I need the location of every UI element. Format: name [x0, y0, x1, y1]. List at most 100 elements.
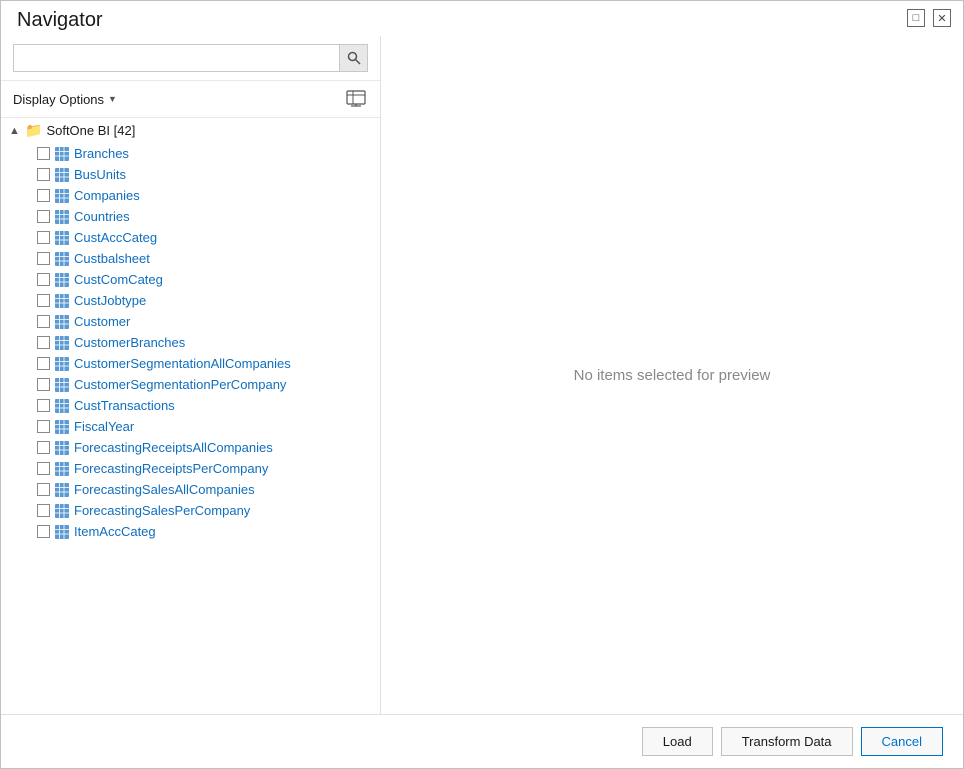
list-item[interactable]: CustComCateg	[1, 269, 380, 290]
item-label: ItemAccCateg	[74, 524, 156, 539]
display-options-arrow: ▼	[108, 94, 117, 104]
item-checkbox[interactable]	[37, 231, 50, 244]
item-checkbox[interactable]	[37, 273, 50, 286]
table-icon	[55, 252, 69, 266]
list-item[interactable]: BusUnits	[1, 164, 380, 185]
list-item[interactable]: CustJobtype	[1, 290, 380, 311]
item-checkbox[interactable]	[37, 315, 50, 328]
transform-data-button[interactable]: Transform Data	[721, 727, 853, 756]
item-checkbox[interactable]	[37, 210, 50, 223]
item-checkbox[interactable]	[37, 462, 50, 475]
table-icon	[55, 420, 69, 434]
item-label: Companies	[74, 188, 140, 203]
table-icon	[55, 462, 69, 476]
item-label: ForecastingReceiptsPerCompany	[74, 461, 268, 476]
collapse-arrow-icon: ▲	[9, 125, 21, 137]
window-controls: □ ✕	[907, 9, 951, 27]
table-icon	[55, 399, 69, 413]
table-icon	[55, 168, 69, 182]
item-label: ForecastingSalesAllCompanies	[74, 482, 255, 497]
table-icon	[55, 273, 69, 287]
folder-icon: 📁	[25, 122, 42, 139]
item-checkbox[interactable]	[37, 147, 50, 160]
item-label: CustTransactions	[74, 398, 175, 413]
no-preview-text: No items selected for preview	[574, 367, 771, 384]
item-checkbox[interactable]	[37, 189, 50, 202]
table-icon	[55, 483, 69, 497]
item-checkbox[interactable]	[37, 525, 50, 538]
list-item[interactable]: ForecastingReceiptsPerCompany	[1, 458, 380, 479]
search-button[interactable]	[340, 44, 368, 72]
item-label: Countries	[74, 209, 130, 224]
main-content: Display Options ▼ ▲	[1, 36, 963, 714]
item-checkbox[interactable]	[37, 399, 50, 412]
list-item[interactable]: Companies	[1, 185, 380, 206]
list-item[interactable]: CustomerBranches	[1, 332, 380, 353]
search-icon	[347, 51, 361, 65]
search-input[interactable]	[13, 44, 340, 72]
item-label: ForecastingSalesPerCompany	[74, 503, 250, 518]
item-label: BusUnits	[74, 167, 126, 182]
item-label: ForecastingReceiptsAllCompanies	[74, 440, 273, 455]
item-label: CustComCateg	[74, 272, 163, 287]
load-button[interactable]: Load	[642, 727, 713, 756]
item-label: Customer	[74, 314, 130, 329]
list-item[interactable]: Custbalsheet	[1, 248, 380, 269]
list-item[interactable]: Countries	[1, 206, 380, 227]
table-icon	[55, 441, 69, 455]
left-panel: Display Options ▼ ▲	[1, 36, 381, 714]
tree-container[interactable]: ▲ 📁 SoftOne BI [42] Branches	[1, 118, 380, 714]
item-label: CustomerBranches	[74, 335, 185, 350]
list-item[interactable]: CustAccCateg	[1, 227, 380, 248]
item-label: CustAccCateg	[74, 230, 157, 245]
table-icon	[55, 378, 69, 392]
cancel-button[interactable]: Cancel	[861, 727, 943, 756]
table-icon	[55, 504, 69, 518]
footer: Load Transform Data Cancel	[1, 714, 963, 768]
tree-root-label: SoftOne BI [42]	[46, 123, 135, 138]
item-checkbox[interactable]	[37, 294, 50, 307]
item-checkbox[interactable]	[37, 420, 50, 433]
item-label: CustJobtype	[74, 293, 146, 308]
preview-toggle-button[interactable]	[344, 87, 368, 111]
title-bar: Navigator □ ✕	[1, 1, 963, 36]
item-checkbox[interactable]	[37, 252, 50, 265]
item-checkbox[interactable]	[37, 336, 50, 349]
display-options-label: Display Options	[13, 92, 104, 107]
table-icon	[55, 294, 69, 308]
list-item[interactable]: ForecastingReceiptsAllCompanies	[1, 437, 380, 458]
list-item[interactable]: ForecastingSalesPerCompany	[1, 500, 380, 521]
item-checkbox[interactable]	[37, 168, 50, 181]
list-item[interactable]: Customer	[1, 311, 380, 332]
table-icon	[55, 336, 69, 350]
table-icon	[55, 315, 69, 329]
item-checkbox[interactable]	[37, 504, 50, 517]
preview-icon	[346, 90, 366, 108]
search-bar	[1, 36, 380, 81]
list-item[interactable]: FiscalYear	[1, 416, 380, 437]
item-checkbox[interactable]	[37, 357, 50, 370]
list-item[interactable]: CustomerSegmentationAllCompanies	[1, 353, 380, 374]
navigator-window: Navigator □ ✕	[0, 0, 964, 769]
item-checkbox[interactable]	[37, 483, 50, 496]
item-label: CustomerSegmentationPerCompany	[74, 377, 286, 392]
list-item[interactable]: ForecastingSalesAllCompanies	[1, 479, 380, 500]
tree-root-item[interactable]: ▲ 📁 SoftOne BI [42]	[1, 118, 380, 143]
item-checkbox[interactable]	[37, 441, 50, 454]
table-icon	[55, 231, 69, 245]
close-button[interactable]: ✕	[933, 9, 951, 27]
window-title: Navigator	[17, 9, 103, 32]
item-label: FiscalYear	[74, 419, 134, 434]
maximize-button[interactable]: □	[907, 9, 925, 27]
table-icon	[55, 525, 69, 539]
display-options-bar: Display Options ▼	[1, 81, 380, 118]
list-item[interactable]: CustomerSegmentationPerCompany	[1, 374, 380, 395]
list-item[interactable]: Branches	[1, 143, 380, 164]
list-item[interactable]: CustTransactions	[1, 395, 380, 416]
table-icon	[55, 357, 69, 371]
table-icon	[55, 147, 69, 161]
display-options-button[interactable]: Display Options ▼	[13, 92, 117, 107]
list-item[interactable]: ItemAccCateg	[1, 521, 380, 542]
item-checkbox[interactable]	[37, 378, 50, 391]
item-label: Custbalsheet	[74, 251, 150, 266]
